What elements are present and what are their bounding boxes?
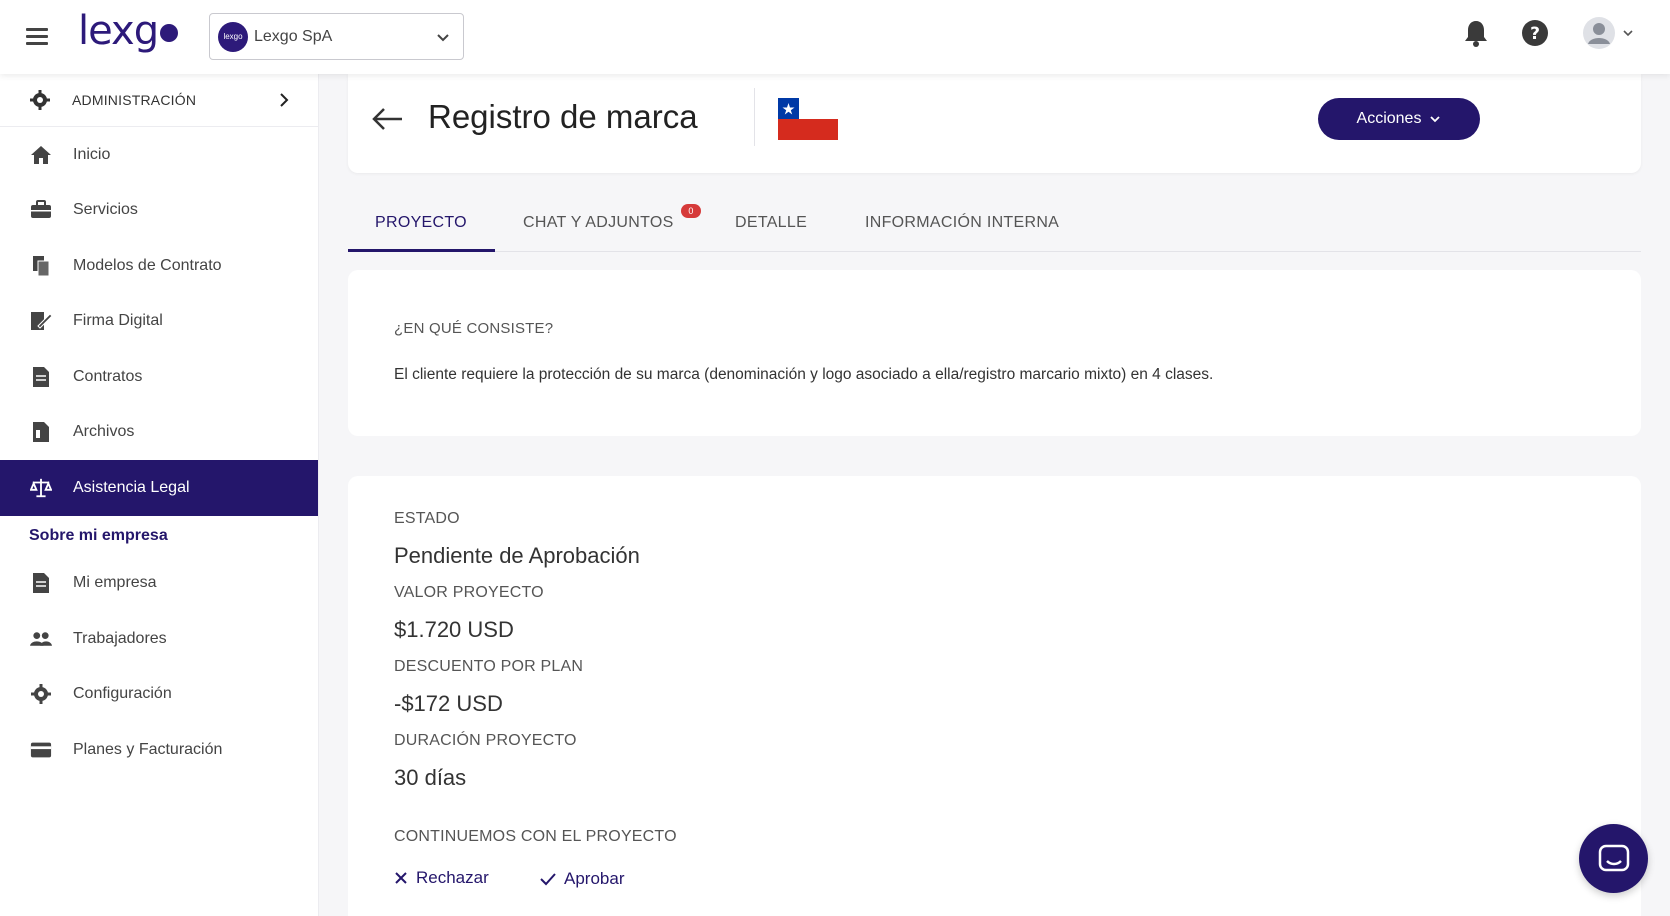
- status-value: Pendiente de Aprobación: [394, 543, 640, 568]
- notification-badge: 0: [681, 204, 701, 218]
- sidebar-item-servicios[interactable]: Servicios: [0, 183, 318, 239]
- approve-label: Aprobar: [564, 869, 625, 888]
- svg-text:?: ?: [1530, 24, 1540, 44]
- home-icon: [30, 144, 52, 166]
- sidebar-item-label: Inicio: [73, 145, 111, 163]
- sidebar-item-label: Mi empresa: [73, 574, 157, 592]
- page-title: Registro de marca: [428, 98, 698, 135]
- status-label: ESTADO: [394, 510, 460, 527]
- project-card: ESTADO Pendiente de Aprobación VALOR PRO…: [348, 476, 1641, 916]
- scale-icon: [30, 477, 52, 499]
- sidebar-item-mi-empresa[interactable]: Mi empresa: [0, 556, 318, 612]
- reject-button[interactable]: Rechazar: [394, 868, 489, 888]
- chat-icon: [1598, 844, 1629, 871]
- document-icon: [30, 572, 52, 594]
- chevron-down-icon: [1430, 116, 1441, 123]
- sidebar-item-configuracion[interactable]: Configuración: [0, 667, 318, 723]
- sidebar-item-trabajadores[interactable]: Trabajadores: [0, 611, 318, 667]
- sidebar-item-label: Archivos: [73, 423, 135, 441]
- chevron-down-icon: [1623, 30, 1633, 37]
- copy-icon: [30, 255, 52, 277]
- value-label: VALOR PROYECTO: [394, 584, 544, 601]
- section-title: Sobre mi empresa: [29, 526, 168, 544]
- gear-icon: [30, 90, 50, 110]
- company-select[interactable]: lexgo Lexgo SpA: [209, 13, 464, 60]
- reject-label: Rechazar: [416, 868, 489, 887]
- close-icon: [395, 872, 407, 884]
- top-bar: lexg lexgo Lexgo SpA ?: [0, 0, 1670, 74]
- sidebar-item-contratos[interactable]: Contratos: [0, 349, 318, 405]
- actions-button[interactable]: Acciones: [1318, 98, 1480, 140]
- sidebar-item-modelos-de-contrato[interactable]: Modelos de Contrato: [0, 238, 318, 294]
- duration-label: DURACIÓN PROYECTO: [394, 732, 577, 749]
- admin-menu[interactable]: ADMINISTRACIÓN: [0, 74, 318, 127]
- logo-text: lexg: [78, 8, 159, 54]
- approve-button[interactable]: Aprobar: [540, 869, 624, 889]
- gear-icon: [30, 683, 52, 705]
- user-menu[interactable]: [1582, 16, 1634, 50]
- summary-text: El cliente requiere la protección de su …: [394, 366, 1214, 383]
- chile-flag-icon: [778, 98, 838, 140]
- tab-bar: PROYECTO CHAT Y ADJUNTOS 0 DETALLE INFOR…: [348, 196, 1641, 252]
- chevron-down-icon: [437, 34, 449, 42]
- briefcase-icon: [30, 199, 52, 221]
- tab-detalle[interactable]: DETALLE: [735, 214, 807, 232]
- tab-proyecto[interactable]: PROYECTO: [375, 214, 467, 232]
- tab-label: CHAT Y ADJUNTOS: [523, 214, 674, 231]
- sidebar-item-label: Contratos: [73, 367, 143, 385]
- admin-label: ADMINISTRACIÓN: [72, 92, 197, 108]
- sidebar-item-label: Firma Digital: [73, 312, 163, 330]
- company-avatar: lexgo: [218, 21, 248, 52]
- tab-informacion-interna[interactable]: INFORMACIÓN INTERNA: [865, 214, 1059, 232]
- summary-heading: ¿EN QUÉ CONSISTE?: [394, 320, 554, 337]
- sidebar-item-firma-digital[interactable]: Firma Digital: [0, 294, 318, 350]
- sidebar: ADMINISTRACIÓN Inicio Servicios Modelos …: [0, 74, 319, 916]
- sidebar-item-label: Servicios: [73, 201, 138, 219]
- sidebar-item-label: Configuración: [73, 685, 172, 703]
- chevron-right-icon: [280, 93, 289, 107]
- help-icon[interactable]: ?: [1520, 18, 1550, 48]
- hamburger-icon[interactable]: [26, 28, 48, 46]
- sidebar-item-label: Modelos de Contrato: [73, 256, 222, 274]
- chat-launcher-button[interactable]: [1579, 824, 1648, 893]
- divider: [754, 88, 755, 146]
- sidebar-item-label: Asistencia Legal: [73, 478, 190, 496]
- credit-card-icon: [30, 739, 52, 761]
- sidebar-item-asistencia-legal[interactable]: Asistencia Legal: [0, 460, 318, 516]
- sidebar-item-label: Trabajadores: [73, 629, 167, 647]
- value-value: $1.720 USD: [394, 617, 514, 642]
- users-icon: [30, 628, 52, 650]
- lexgo-logo[interactable]: lexg: [78, 8, 179, 54]
- sidebar-item-label: Planes y Facturación: [73, 740, 223, 758]
- back-arrow-icon[interactable]: [370, 104, 404, 134]
- sidebar-item-archivos[interactable]: Archivos: [0, 405, 318, 461]
- continue-label: CONTINUEMOS CON EL PROYECTO: [394, 828, 677, 845]
- user-avatar-icon: [1583, 17, 1615, 49]
- discount-label: DESCUENTO POR PLAN: [394, 658, 584, 675]
- signature-icon: [30, 310, 52, 332]
- sidebar-item-planes-y-facturacion[interactable]: Planes y Facturación: [0, 722, 318, 778]
- duration-value: 30 días: [394, 765, 467, 790]
- sidebar-item-inicio[interactable]: Inicio: [0, 127, 318, 183]
- actions-label: Acciones: [1356, 110, 1422, 127]
- logo-dot: [160, 24, 179, 42]
- page-header: Registro de marca Acciones: [348, 74, 1641, 173]
- summary-card: ¿EN QUÉ CONSISTE? El cliente requiere la…: [348, 270, 1641, 436]
- check-icon: [540, 873, 556, 886]
- file-icon: [30, 421, 52, 443]
- active-tab-indicator: [348, 249, 495, 252]
- bell-icon[interactable]: [1462, 18, 1490, 48]
- tab-chat-y-adjuntos[interactable]: CHAT Y ADJUNTOS 0: [523, 204, 701, 232]
- document-icon: [30, 366, 52, 388]
- company-name: Lexgo SpA: [254, 27, 333, 45]
- discount-value: -$172 USD: [394, 691, 503, 716]
